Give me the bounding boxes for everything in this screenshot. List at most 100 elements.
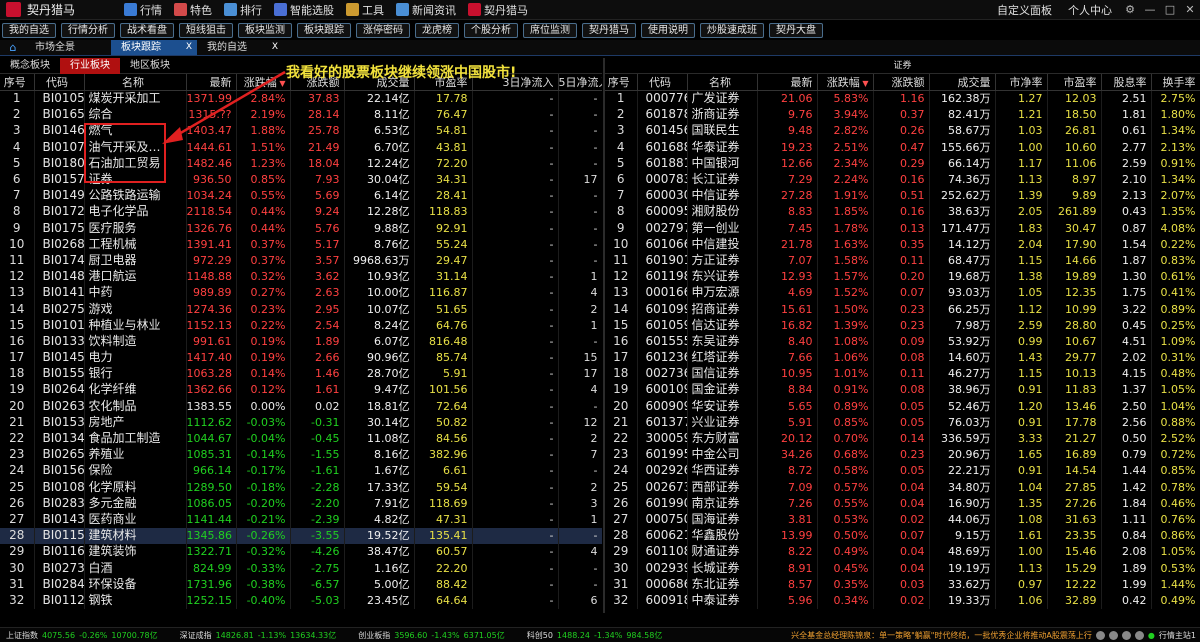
toolbar-button[interactable]: 个股分析 — [464, 22, 518, 38]
top-nav-quotes[interactable]: 行情 — [118, 0, 168, 20]
home-icon[interactable]: ⌂ — [6, 41, 20, 55]
column-header[interactable]: 换手率 — [1151, 74, 1200, 91]
sector-subtab[interactable]: 概念板块 — [0, 58, 60, 74]
sector-subtab[interactable]: 行业板块 — [60, 58, 120, 74]
toolbar-button[interactable]: 涨停密码 — [356, 22, 410, 38]
toolbar-button[interactable]: 短线狙击 — [179, 22, 233, 38]
page-tab[interactable]: 我的自选 X — [197, 40, 283, 55]
table-row[interactable]: 1 BI0105 煤炭开采加工 1371.99 2.84% 37.83 22.14亿 17.7… — [0, 90, 602, 107]
table-row[interactable]: 7 BI0149 公路铁路运输 1034.24 0.55% 5.69 6.14亿 28.41-… — [0, 187, 602, 204]
table-row[interactable]: 15 601059 信达证券 16.82 1.39% 0.23 7.98万 2.59 28.80… — [605, 317, 1200, 334]
column-header[interactable]: 涨跌额 — [873, 74, 930, 91]
column-header[interactable]: 股息率 — [1101, 74, 1152, 91]
table-row[interactable]: 17 BI0145 电力 1417.40 0.19% 2.66 90.96亿 85.74-15 — [0, 349, 602, 366]
index-item[interactable]: 创业板指 3596.60 -1.43% 6371.05亿 — [358, 630, 509, 641]
table-row[interactable]: 23 601995 中金公司 34.26 0.68% 0.23 20.96万 1.65 16.8… — [605, 446, 1200, 463]
table-row[interactable]: 9 002797 第一创业 7.45 1.78% 0.13 171.47万 1.83 30.47… — [605, 220, 1200, 237]
table-row[interactable]: 16 601555 东吴证券 8.40 1.08% 0.09 53.92万 0.99 10.67… — [605, 333, 1200, 350]
table-row[interactable]: 25 BI0108 化学原料 1289.50 -0.18% -2.28 17.33亿 59.5… — [0, 479, 602, 496]
column-header[interactable]: 最新 — [757, 74, 818, 91]
table-row[interactable]: 22 300059 东方财富 20.12 0.70% 0.14 336.59万 3.33 21.… — [605, 430, 1200, 447]
table-row[interactable]: 14 BI0275 游戏 1274.36 0.23% 2.95 10.07亿 51.65-2 — [0, 300, 602, 318]
table-row[interactable]: 27 000750 国海证券 3.81 0.53% 0.02 44.06万 1.08 31.63… — [605, 511, 1200, 528]
column-header[interactable]: 市盈率 — [1047, 74, 1102, 91]
toolbar-button[interactable]: 契丹猎马 — [582, 22, 636, 38]
column-header[interactable]: 代码 — [637, 74, 688, 91]
table-row[interactable]: 26 601990 南京证券 7.26 0.55% 0.04 16.90万 1.35 27.26… — [605, 495, 1200, 512]
top-nav-ranking[interactable]: 排行 — [218, 0, 268, 20]
top-nav-brand[interactable]: 契丹猎马 — [462, 0, 534, 20]
table-row[interactable]: 10 BI0268 工程机械 1391.41 0.37% 5.17 8.76亿 55.24- - — [0, 236, 602, 253]
table-row[interactable]: 22 BI0134 食品加工制造 1044.67 -0.04% -0.45 11.08亿 84… — [0, 430, 602, 447]
news-ticker[interactable]: 兴全基金总经理陈锦泉：单一策略"躺赢"时代终结，一批优秀企业将推动A股震荡上行 — [791, 630, 1096, 641]
alert-icon[interactable] — [1108, 630, 1118, 640]
toolbar-button[interactable]: 我的自选 — [2, 22, 56, 38]
table-row[interactable]: 10 601066 中信建投 21.78 1.63% 0.35 14.12万 2.04 17.9… — [605, 236, 1200, 253]
table-row[interactable]: 20 600909 华安证券 5.65 0.89% 0.05 52.46万 1.20 13.46… — [605, 398, 1200, 415]
table-row[interactable]: 15 BI0101 种植业与林业 1152.13 0.22% 2.54 8.24亿 64.76… — [0, 317, 602, 334]
table-row[interactable]: 19 BI0264 化学纤维 1362.66 0.12% 1.61 9.47亿 101.56-… — [0, 381, 602, 399]
column-header[interactable]: 成交量 — [929, 74, 996, 91]
column-header[interactable]: 序号 — [605, 74, 638, 91]
column-header[interactable]: 市净率 — [995, 74, 1048, 91]
table-row[interactable]: 11 601901 方正证券 7.07 1.58% 0.11 68.47万 1.15 14.66… — [605, 252, 1200, 269]
table-row[interactable]: 21 BI0153 房地产 1112.62 -0.03% -0.31 30.14亿 50.82… — [0, 414, 602, 431]
minimize-icon[interactable]: — — [1140, 3, 1160, 16]
table-row[interactable]: 30 BI0273 白酒 824.99 -0.33% -2.75 1.16亿 22.20- - — [0, 559, 602, 577]
column-header[interactable]: 5日净流入 — [558, 74, 602, 91]
table-row[interactable]: 13 000166 申万宏源 4.69 1.52% 0.07 93.03万 1.05 12.35… — [605, 284, 1200, 301]
table-row[interactable]: 5 601881 中国银河 12.66 2.34% 0.29 66.14万 1.17 11.06… — [605, 155, 1200, 172]
table-row[interactable]: 26 BI0283 多元金融 1086.05 -0.20% -2.20 7.91亿 118.6… — [0, 495, 602, 512]
toolbar-button[interactable]: 龙虎榜 — [415, 22, 459, 38]
table-row[interactable]: 3 601456 国联民生 9.48 2.82% 0.26 58.67万 1.03 26.81 0… — [605, 122, 1200, 140]
table-row[interactable]: 11 BI0174 厨卫电器 972.29 0.37% 3.57 9968.63万 29.47… — [0, 252, 602, 269]
table-row[interactable]: 4 601688 华泰证券 19.23 2.51% 0.47 155.66万 1.00 10.6… — [605, 139, 1200, 156]
table-row[interactable]: 23 BI0265 养殖业 1085.31 -0.14% -1.55 8.16亿 382.96… — [0, 446, 602, 463]
index-item[interactable]: 科创50 1488.24 -1.34% 984.58亿 — [527, 630, 667, 641]
table-row[interactable]: 17 601236 红塔证券 7.66 1.06% 0.08 14.60万 1.43 29.77… — [605, 349, 1200, 366]
table-row[interactable]: 29 BI0116 建筑装饰 1322.71 -0.32% -4.26 38.47亿 60.5… — [0, 543, 602, 560]
table-row[interactable]: 8 600095 湘财股份 8.83 1.85% 0.16 38.63万 2.05 261.89… — [605, 203, 1200, 220]
column-header[interactable]: 代码 — [34, 74, 85, 91]
notification-icon[interactable] — [1095, 630, 1105, 640]
table-row[interactable]: 18 002736 国信证券 10.95 1.01% 0.11 46.27万 1.15 10.1… — [605, 365, 1200, 382]
message-icon[interactable] — [1121, 630, 1131, 640]
table-row[interactable]: 29 601108 财通证券 8.22 0.49% 0.04 48.69万 1.00 15.46… — [605, 543, 1200, 560]
column-header[interactable]: 名称 — [687, 74, 758, 91]
custom-panel-button[interactable]: 自定义面板 — [989, 0, 1060, 20]
table-row[interactable]: 27 BI0143 医药商业 1141.44 -0.21% -2.39 4.82亿 47.31… — [0, 511, 602, 528]
settings-icon[interactable]: ⚙ — [1120, 3, 1140, 16]
table-row[interactable]: 16 BI0133 饮料制造 991.61 0.19% 1.89 6.07亿 816.48- - — [0, 333, 602, 350]
toolbar-button[interactable]: 战术看盘 — [120, 22, 174, 38]
toolbar-button[interactable]: 席位监测 — [523, 22, 577, 38]
table-row[interactable]: 32 600918 中泰证券 5.96 0.34% 0.02 19.33万 1.06 32.89… — [605, 592, 1200, 609]
config-icon[interactable] — [1134, 630, 1144, 640]
top-nav-smart-select[interactable]: 智能选股 — [268, 0, 340, 20]
table-row[interactable]: 32 BI0112 钢铁 1252.15 -0.40% -5.03 23.45亿 64.64-… — [0, 592, 602, 609]
index-item[interactable]: 上证指数 4075.56 -0.26% 10700.78亿 — [6, 630, 162, 641]
toolbar-button[interactable]: 炒股速成班 — [700, 22, 764, 38]
column-header[interactable]: 涨跌幅 ▼ — [817, 74, 874, 91]
page-tab[interactable]: 市场全景 — [25, 40, 111, 55]
table-row[interactable]: 31 BI0284 环保设备 1731.96 -0.38% -6.57 5.00亿 88.42… — [0, 576, 602, 593]
table-row[interactable]: 21 601377 兴业证券 5.91 0.85% 0.05 76.03万 0.91 17.78… — [605, 414, 1200, 431]
top-nav-feature[interactable]: 特色 — [168, 0, 218, 20]
column-header[interactable]: 序号 — [0, 74, 35, 91]
toolbar-button[interactable]: 行情分析 — [61, 22, 115, 38]
table-row[interactable]: 2BI0165综合1315.??2.19%28.148.11亿76.47-- — [0, 106, 602, 123]
toolbar-button[interactable]: 契丹大盘 — [769, 22, 823, 38]
table-row[interactable]: 25 002673 西部证券 7.09 0.57% 0.04 34.80万 1.04 27.85… — [605, 479, 1200, 496]
table-row[interactable]: 13 BI0141 中药 989.89 0.27% 2.63 10.00亿 116.87-4 — [0, 284, 602, 301]
table-row[interactable]: 30 002939 长城证券 8.91 0.45% 0.04 19.19万 1.13 15.29… — [605, 559, 1200, 577]
table-row[interactable]: 9 BI0175 医疗服务 1326.76 0.44% 5.76 9.88亿 92.91- - — [0, 220, 602, 237]
toolbar-button[interactable]: 板块跟踪 — [297, 22, 351, 38]
table-row[interactable]: 1 000776 广发证券 21.06 5.83% 1.16 162.38万 1.27 12.0… — [605, 90, 1200, 107]
table-row[interactable]: 8 BI0172 电子化学品 2118.54 0.44% 9.24 12.28亿 118.83… — [0, 203, 602, 220]
close-icon[interactable]: ✕ — [1180, 3, 1200, 16]
maximize-icon[interactable]: □ — [1160, 3, 1180, 16]
table-row[interactable]: 20 BI0263 农化制品 1383.55 0.00% 0.02 18.81亿 72.64-… — [0, 398, 602, 415]
page-tab[interactable]: 板块跟踪 X — [111, 40, 197, 55]
table-row[interactable]: 2 601878 浙商证券 9.76 3.94% 0.37 82.41万 1.21 18.50 1… — [605, 106, 1200, 123]
top-nav-tools[interactable]: 工具 — [340, 0, 390, 20]
personal-center-button[interactable]: 个人中心 — [1060, 0, 1120, 20]
